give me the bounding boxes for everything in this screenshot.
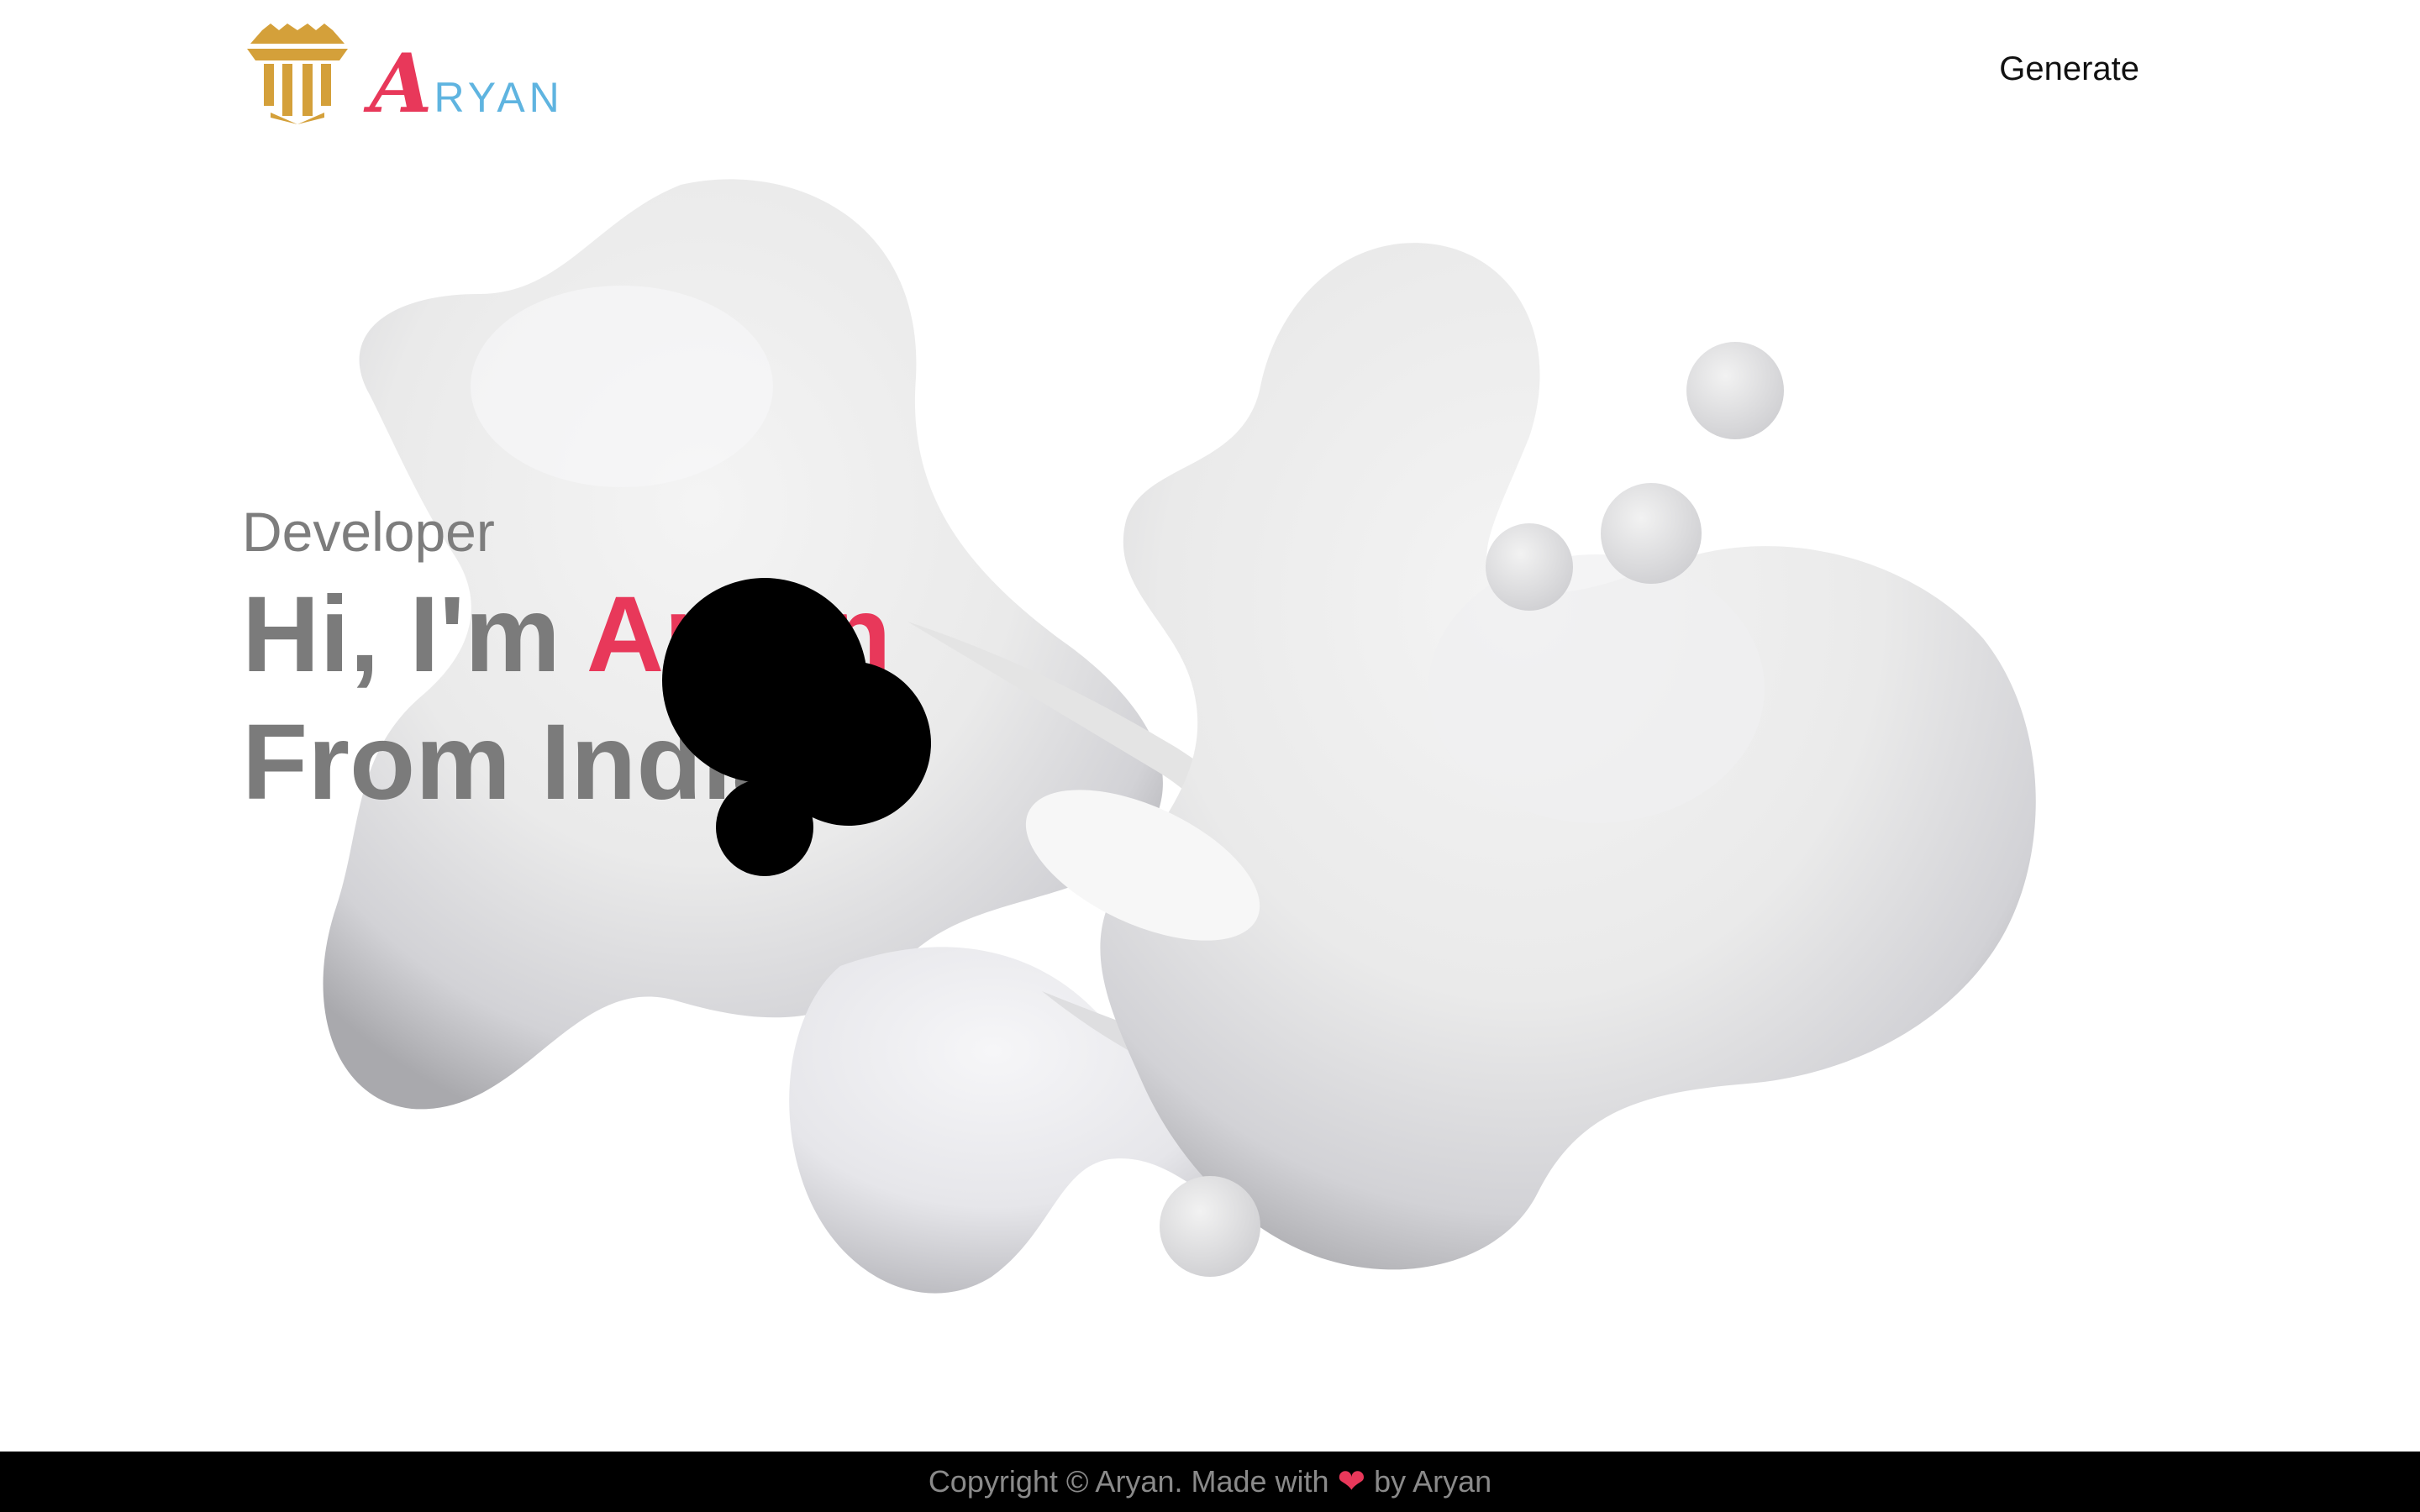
page: A RYAN Generate Developer Hi, I'm Aryan … — [0, 0, 2420, 1512]
site-footer: Copyright © Aryan. Made with ❤ by Aryan — [0, 1452, 2420, 1512]
nav-generate-link[interactable]: Generate — [1999, 50, 2139, 88]
footer-author: by Aryan — [1374, 1464, 1492, 1499]
hero-location-line: From India — [242, 702, 792, 822]
hero-greeting: Hi, I'm — [242, 575, 560, 695]
hero-section: Developer Hi, I'm Aryan From India — [242, 504, 1250, 827]
hero-role: Developer — [242, 501, 495, 563]
logo-rest: RYAN — [434, 74, 564, 121]
site-header: A RYAN Generate — [0, 0, 2420, 143]
footer-copyright: Copyright © Aryan. Made with — [928, 1464, 1329, 1499]
logo-initial: A — [370, 36, 433, 131]
hero-greeting-line: Hi, I'm Aryan — [242, 571, 1250, 699]
logo-link[interactable]: A RYAN — [245, 24, 564, 124]
crest-icon — [247, 24, 348, 124]
heart-icon: ❤ — [1337, 1463, 1366, 1500]
logo-wordmark: A RYAN — [370, 44, 564, 124]
hero-name: Aryan — [586, 575, 892, 695]
